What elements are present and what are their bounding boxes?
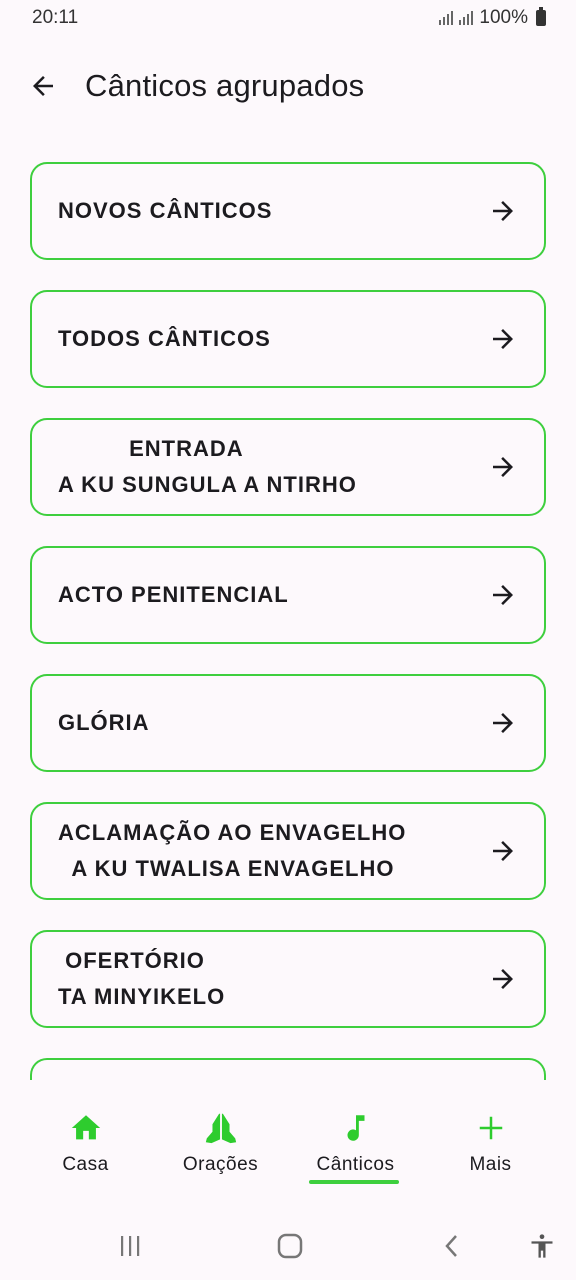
category-card-acto-penitencial[interactable]: ACTO PENITENCIAL <box>30 546 546 644</box>
category-list[interactable]: NOVOS CÂNTICOS TODOS CÂNTICOS ENTRADA A … <box>30 162 546 1080</box>
category-card-ofertorio[interactable]: OFERTÓRIO TA MINYIKELO <box>30 930 546 1028</box>
category-label: ACTO PENITENCIAL <box>58 582 289 607</box>
nav-label: Orações <box>182 1154 259 1175</box>
nav-label: Cânticos <box>316 1154 395 1175</box>
back-nav-button[interactable] <box>432 1226 472 1266</box>
category-card-todos-canticos[interactable]: TODOS CÂNTICOS <box>30 290 546 388</box>
arrow-forward-icon <box>493 329 513 349</box>
plus-icon <box>473 1110 509 1146</box>
category-label: OFERTÓRIO TA MINYIKELO <box>58 948 226 1009</box>
status-indicators: 100% <box>439 7 546 29</box>
page-title: Cânticos agrupados <box>85 68 365 103</box>
arrow-back-icon <box>33 76 53 96</box>
arrow-forward-icon <box>493 841 513 861</box>
system-navigation-bar <box>0 1210 576 1280</box>
nav-label: Mais <box>469 1154 512 1175</box>
praying-hands-icon <box>203 1110 239 1146</box>
bottom-navigation: Casa Orações Cânticos Mais <box>0 1090 576 1200</box>
category-card-novos-canticos[interactable]: NOVOS CÂNTICOS <box>30 162 546 260</box>
home-circle-icon <box>277 1233 303 1259</box>
category-card-partial[interactable] <box>30 1058 546 1080</box>
category-label: GLÓRIA <box>58 710 150 735</box>
category-card-aclamacao[interactable]: ACLAMAÇÃO AO ENVAGELHO A KU TWALISA ENVA… <box>30 802 546 900</box>
nav-item-mais[interactable]: Mais <box>436 1090 546 1200</box>
nav-item-oracoes[interactable]: Orações <box>166 1090 276 1200</box>
home-icon <box>68 1110 104 1146</box>
category-label: NOVOS CÂNTICOS <box>58 198 273 223</box>
back-button[interactable] <box>13 56 73 116</box>
nav-item-casa[interactable]: Casa <box>31 1090 141 1200</box>
home-button[interactable] <box>270 1226 310 1266</box>
arrow-forward-icon <box>493 713 513 733</box>
nav-label: Casa <box>62 1154 109 1175</box>
category-label: TODOS CÂNTICOS <box>58 326 271 351</box>
category-label: ENTRADA A KU SUNGULA A NTIRHO <box>58 436 357 497</box>
category-card-gloria[interactable]: GLÓRIA <box>30 674 546 772</box>
signal-icon <box>439 11 454 25</box>
arrow-forward-icon <box>493 969 513 989</box>
recent-apps-icon <box>121 1236 140 1256</box>
battery-icon <box>536 7 546 26</box>
category-label: ACLAMAÇÃO AO ENVAGELHO A KU TWALISA ENVA… <box>58 820 407 881</box>
status-time: 20:11 <box>32 7 79 28</box>
status-bar: 20:11 100% <box>0 0 576 36</box>
arrow-forward-icon <box>493 201 513 221</box>
category-card-entrada[interactable]: ENTRADA A KU SUNGULA A NTIRHO <box>30 418 546 516</box>
music-note-icon <box>338 1110 374 1146</box>
nav-item-canticos[interactable]: Cânticos <box>301 1090 411 1200</box>
chevron-left-icon <box>445 1235 457 1257</box>
accessibility-button[interactable] <box>522 1226 562 1266</box>
arrow-forward-icon <box>493 457 513 477</box>
battery-percentage: 100% <box>479 7 528 28</box>
app-bar: Cânticos agrupados <box>0 56 576 116</box>
accessibility-icon <box>531 1234 553 1258</box>
arrow-forward-icon <box>493 585 513 605</box>
signal-icon <box>459 11 474 25</box>
recent-apps-button[interactable] <box>110 1226 150 1266</box>
